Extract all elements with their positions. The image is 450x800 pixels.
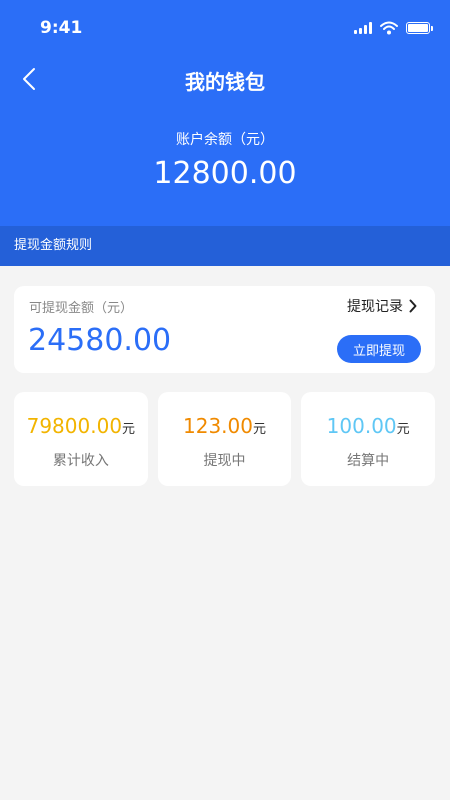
withdraw-record-link[interactable]: 提现记录 <box>347 296 417 316</box>
withdraw-now-button[interactable]: 立即提现 <box>337 335 421 363</box>
withdraw-rules-link[interactable]: 提现金额规则 <box>0 226 450 266</box>
balance-value: 12800.00 <box>153 156 297 191</box>
chevron-right-icon <box>409 299 417 313</box>
signal-icon <box>354 22 372 34</box>
withdraw-card: 可提现金额（元） 提现记录 24580.00 立即提现 <box>14 286 435 373</box>
stat-card-withdrawing: 123.00元 提现中 <box>157 392 292 486</box>
nav-bar: 我的钱包 <box>0 56 450 102</box>
balance-label: 账户余额（元） <box>176 132 274 148</box>
stats-row: 79800.00元 累计收入 123.00元 提现中 100.00元 结算中 <box>14 392 436 486</box>
stat-value: 100.00元 <box>301 414 435 438</box>
stat-value: 123.00元 <box>158 414 292 438</box>
withdrawable-amount: 24580.00 <box>28 323 172 358</box>
withdrawable-label: 可提现金额（元） <box>29 301 134 316</box>
stat-unit: 元 <box>396 422 410 437</box>
status-icons <box>354 20 433 36</box>
stat-unit: 元 <box>122 422 136 437</box>
stat-number: 100.00 <box>326 414 397 438</box>
status-time: 9:41 <box>40 18 83 38</box>
stat-unit: 元 <box>252 422 266 437</box>
wallet-screen: 9:41 我的钱包 账户余额（元） 12800.00 提现金额规则 可提现金额（… <box>0 0 450 800</box>
stat-value: 79800.00元 <box>14 414 148 438</box>
withdraw-record-label: 提现记录 <box>347 299 403 315</box>
stat-card-settling: 100.00元 结算中 <box>301 392 436 486</box>
stat-label: 累计收入 <box>52 453 109 469</box>
header: 9:41 我的钱包 账户余额（元） 12800.00 <box>0 0 450 226</box>
stat-card-total-income: 79800.00元 累计收入 <box>14 392 148 486</box>
wifi-icon <box>380 21 398 35</box>
stat-label: 结算中 <box>347 453 390 469</box>
stat-number: 123.00 <box>183 414 253 438</box>
stat-number: 79800.00 <box>26 414 123 438</box>
stat-label: 提现中 <box>203 453 246 469</box>
status-bar: 9:41 <box>0 0 450 56</box>
page-title: 我的钱包 <box>185 70 265 94</box>
battery-icon <box>406 22 433 34</box>
